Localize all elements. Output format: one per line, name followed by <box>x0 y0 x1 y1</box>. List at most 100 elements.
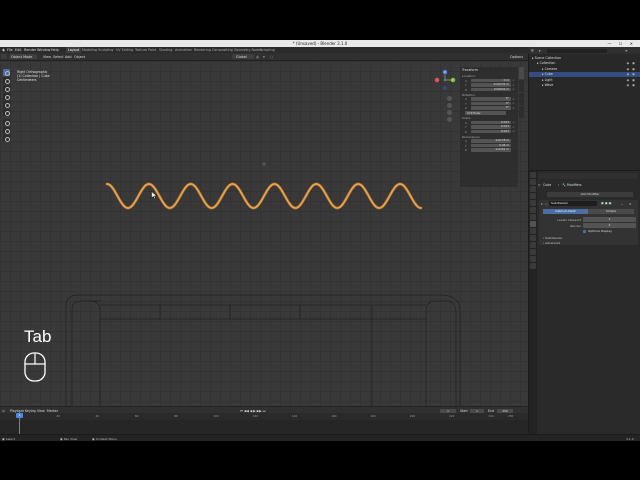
modifier-name-field[interactable]: Subdivision <box>549 201 597 206</box>
object-tab-icon[interactable] <box>530 214 536 220</box>
location-z-row[interactable]: Z 0.00632 m ⊙ <box>465 87 516 92</box>
levels-viewport-label: Levels Viewport <box>557 217 581 222</box>
3d-viewport[interactable]: Right Orthographic (1) Collection | Cube… <box>0 61 528 406</box>
rotation-y-field[interactable]: 0° <box>471 101 511 106</box>
constraints-tab-icon[interactable] <box>530 242 536 248</box>
modifier-tab-icon[interactable] <box>530 221 536 227</box>
world-tab-icon[interactable] <box>530 207 536 213</box>
sidebar-tab-edit[interactable] <box>519 106 524 118</box>
lock-icon[interactable]: ⊙ <box>511 79 516 82</box>
menu-add[interactable]: Add <box>65 55 72 59</box>
outliner-row[interactable]: ▸ Collection ◉ ▣ <box>529 61 640 66</box>
lock-icon[interactable]: ⊙ <box>511 102 516 105</box>
timeline-tick-label: 100 <box>213 414 219 418</box>
texture-tab-icon[interactable] <box>530 263 536 269</box>
rotation-z-row[interactable]: Z 0° ⊙ <box>465 105 516 110</box>
rotation-x-field[interactable]: 0° <box>471 96 511 101</box>
filter-icon[interactable]: ⏷ <box>625 49 628 53</box>
menu-render[interactable]: Render <box>24 48 36 52</box>
wrench-icon: 🔧 <box>562 183 566 187</box>
particles-tab-icon[interactable] <box>530 228 536 234</box>
visibility-eye-icon[interactable]: ◉ ▣ <box>627 78 636 82</box>
window-controls[interactable]: — ☐ ✕ <box>608 41 636 46</box>
dropdown-icon[interactable]: ⌄ <box>621 202 624 206</box>
outliner-row[interactable]: ▸ Wave ◉ ▣ <box>529 83 640 88</box>
modifier-visibility-icons[interactable]: ▣▣▣ <box>601 201 613 205</box>
outliner-display-mode-icon[interactable]: ▾ <box>539 49 541 53</box>
timeline-track[interactable] <box>0 420 528 434</box>
view-layer-tab-icon[interactable] <box>530 193 536 199</box>
optimal-display-checkbox[interactable]: Optimal Display <box>583 229 638 234</box>
data-tab-icon[interactable] <box>530 249 536 255</box>
navigation-gizmo[interactable]: Z Y <box>434 69 456 91</box>
add-modifier-button[interactable]: Add Modifier <box>547 192 633 197</box>
rotation-z-field[interactable]: 0° <box>471 105 511 110</box>
visibility-eye-icon[interactable]: ◉ ▣ <box>627 61 636 65</box>
transform-header[interactable]: Transform <box>462 68 516 73</box>
lock-icon[interactable]: ⊙ <box>511 107 516 110</box>
lock-icon[interactable]: ⊙ <box>511 88 516 91</box>
levels-viewport-field[interactable]: 1 <box>583 217 636 222</box>
scene-tab-icon[interactable] <box>530 200 536 206</box>
collapse-chevron-icon[interactable]: ▾ <box>541 202 543 206</box>
timeline-ruler[interactable]: 020406080100120140160180200220240250 <box>0 413 528 420</box>
grid-ortho-icon[interactable] <box>447 117 452 122</box>
menu-edit[interactable]: Edit <box>15 48 22 52</box>
lock-icon[interactable]: ⊙ <box>511 98 516 101</box>
subdivision-icon: ▢ <box>545 201 548 206</box>
blender-logo-icon[interactable]: ◉ <box>2 48 5 52</box>
properties-search-bar[interactable] <box>539 173 637 179</box>
simple-button[interactable]: Simple <box>588 209 634 214</box>
close-icon[interactable]: ✕ <box>629 202 632 206</box>
physics-tab-icon[interactable] <box>530 235 536 241</box>
tool-tab-icon[interactable] <box>530 172 536 178</box>
zoom-icon[interactable] <box>447 96 452 101</box>
menu-help[interactable]: Help <box>51 48 59 52</box>
catmull-clark-button[interactable]: Catmull-Clark <box>543 209 588 214</box>
current-frame-field[interactable]: 1 <box>440 408 456 413</box>
visibility-eye-icon[interactable]: ◉ ▣ <box>627 72 636 76</box>
playhead-frame[interactable]: 1 <box>16 413 23 418</box>
snap-icon[interactable]: ⌖ <box>263 55 265 59</box>
outliner-row[interactable]: ▸ Cube ◉ ▣ <box>529 71 640 77</box>
checkbox-checked-icon[interactable] <box>583 229 586 233</box>
advanced-subpanel-2[interactable]: › Advanced <box>543 241 560 246</box>
menu-object[interactable]: Object <box>74 55 85 59</box>
menu-window[interactable]: Window <box>37 48 50 52</box>
sidebar-tab-tool[interactable] <box>519 80 524 92</box>
visibility-eye-icon[interactable]: ◉ ▣ <box>627 67 636 71</box>
render-levels-field[interactable]: 2 <box>583 223 636 228</box>
outliner-row[interactable]: ▸ Scene Collection <box>529 55 640 60</box>
render-tab-icon[interactable] <box>530 179 536 185</box>
location-z-field[interactable]: 0.00632 m <box>471 87 511 92</box>
scale-z-row[interactable]: Z 0.023 ⊙ <box>465 129 516 134</box>
camera-view-icon[interactable] <box>447 110 452 115</box>
outliner-row[interactable]: ▸ Camera ◉ ▣ <box>529 66 640 71</box>
lock-icon[interactable]: ⊙ <box>511 126 516 129</box>
scale-z-field[interactable]: 0.023 <box>471 129 511 134</box>
dimensions-z-field[interactable]: 0.0261 m <box>471 147 511 152</box>
dimensions-z-row[interactable]: Z 0.0261 m <box>465 147 516 152</box>
options-dropdown[interactable]: Options <box>510 55 523 59</box>
lock-icon[interactable]: ⊙ <box>511 121 516 124</box>
end-frame-field[interactable]: 250 <box>497 408 513 413</box>
menu-file[interactable]: File <box>7 48 13 52</box>
start-frame-field[interactable]: 1 <box>470 408 484 413</box>
pivot-icon[interactable]: ◎ <box>256 55 259 59</box>
proportional-icon[interactable]: ◌ <box>270 55 273 59</box>
material-tab-icon[interactable] <box>530 256 536 262</box>
menu-view[interactable]: View <box>43 55 51 59</box>
rotation-mode-dropdown[interactable]: XYZ Euler <box>465 111 506 115</box>
lock-icon[interactable]: ⊙ <box>511 84 516 87</box>
menu-select[interactable]: Select <box>53 55 63 59</box>
visibility-eye-icon[interactable]: ◉ ▣ <box>627 83 636 87</box>
editor-type-icon[interactable] <box>1 54 7 59</box>
outliner-search-input[interactable] <box>547 48 607 53</box>
outliner-editor-icon[interactable]: ☰ <box>531 49 534 53</box>
sidebar-tab-item[interactable] <box>519 67 524 79</box>
outliner-row[interactable]: ▸ Light ◉ ▣ <box>529 77 640 82</box>
sidebar-tab-view[interactable] <box>519 93 524 105</box>
lock-icon[interactable]: ⊙ <box>511 130 516 133</box>
pan-hand-icon[interactable] <box>447 103 452 108</box>
output-tab-icon[interactable] <box>530 186 536 192</box>
